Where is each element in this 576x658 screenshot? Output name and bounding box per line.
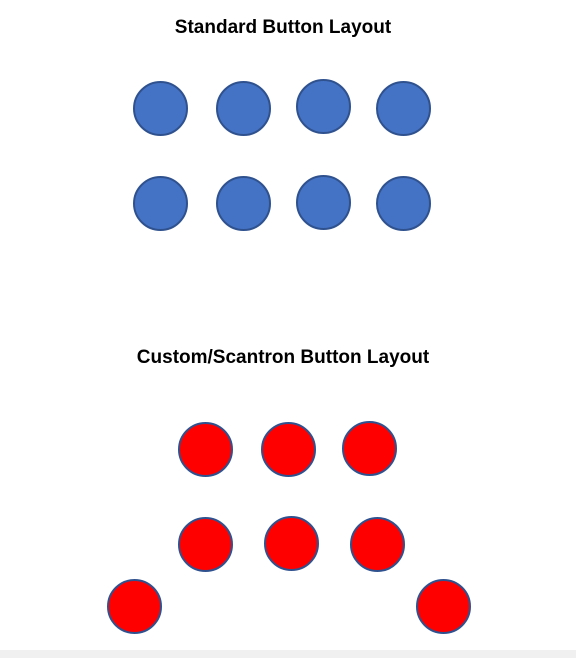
standard-button <box>133 81 188 136</box>
custom-button <box>350 517 405 572</box>
standard-button <box>376 81 431 136</box>
layout-diagram: Standard Button Layout Custom/Scantron B… <box>0 0 576 658</box>
custom-button <box>178 517 233 572</box>
custom-button <box>342 421 397 476</box>
custom-layout-title: Custom/Scantron Button Layout <box>136 347 430 368</box>
standard-button <box>376 176 431 231</box>
custom-button <box>264 516 319 571</box>
standard-button <box>133 176 188 231</box>
bottom-divider <box>0 650 576 658</box>
standard-button <box>216 81 271 136</box>
custom-button <box>178 422 233 477</box>
standard-button <box>296 175 351 230</box>
standard-layout-title: Standard Button Layout <box>174 17 392 38</box>
custom-button <box>261 422 316 477</box>
standard-button <box>216 176 271 231</box>
standard-button <box>296 79 351 134</box>
custom-button <box>107 579 162 634</box>
custom-button <box>416 579 471 634</box>
